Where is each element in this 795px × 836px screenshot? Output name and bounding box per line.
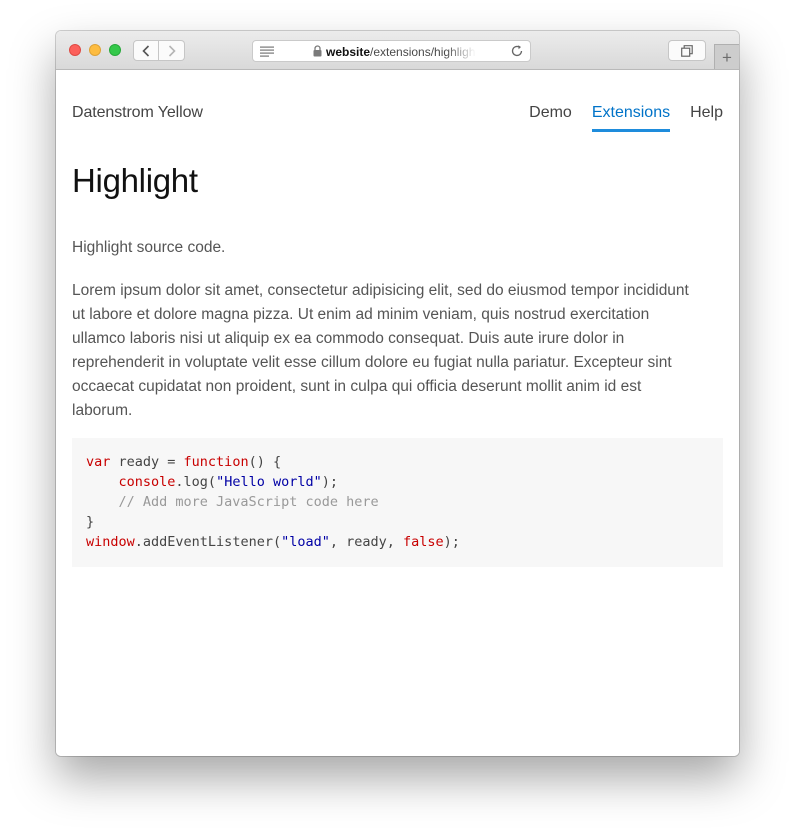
back-button[interactable] [133, 40, 159, 61]
code-comment: // Add more JavaScript code here [86, 494, 379, 510]
tabs-icon [681, 44, 693, 57]
intro-paragraph: Highlight source code. [72, 239, 226, 256]
code-text: .log( [175, 474, 217, 490]
reader-view-icon[interactable] [260, 46, 274, 57]
code-text: , ready, [329, 534, 404, 550]
code-line-2: console.log("Hello world"); [86, 472, 723, 492]
minimize-window-button[interactable] [89, 44, 101, 56]
code-text: ); [321, 474, 338, 490]
browser-window: website/extensions/highlight + Datenstro… [56, 31, 739, 756]
page-content: Datenstrom Yellow Demo Extensions Help H… [56, 70, 739, 756]
title-bar: website/extensions/highlight + [56, 31, 739, 70]
code-keyword: console [118, 474, 176, 490]
code-text: } [86, 514, 95, 530]
address-bar[interactable]: website/extensions/highlight [252, 40, 531, 62]
code-keyword: function [183, 454, 249, 470]
code-line-5: window.addEventListener("load", ready, f… [86, 532, 723, 552]
body-paragraph: Lorem ipsum dolor sit amet, consectetur … [72, 282, 689, 419]
url-path: /extensions/highlight [370, 45, 476, 59]
code-block: var ready = function() { console.log("He… [72, 438, 723, 567]
show-tabs-button[interactable] [668, 40, 706, 61]
code-string: "load" [281, 534, 330, 550]
code-text: () { [248, 454, 282, 470]
close-window-button[interactable] [69, 44, 81, 56]
code-keyword: false [403, 534, 444, 550]
chevron-right-icon [168, 44, 176, 57]
url-text: website/extensions/highlight [326, 44, 476, 60]
new-tab-button[interactable]: + [714, 44, 739, 69]
menu-item-help[interactable]: Help [690, 104, 723, 132]
reload-icon[interactable] [510, 44, 524, 58]
code-line-3: // Add more JavaScript code here [86, 492, 723, 512]
code-text: ); [443, 534, 460, 550]
main-menu: Demo Extensions Help [509, 104, 723, 132]
menu-item-demo[interactable]: Demo [529, 104, 572, 132]
url-host: website [326, 45, 371, 59]
history-buttons [133, 40, 185, 61]
code-line-4: } [86, 512, 723, 532]
forward-button[interactable] [159, 40, 185, 61]
code-text: .addEventListener( [134, 534, 282, 550]
code-keyword: var [86, 454, 111, 470]
plus-icon: + [722, 47, 732, 67]
chevron-left-icon [142, 44, 150, 57]
code-keyword: window [86, 534, 135, 550]
code-line-1: var ready = function() { [86, 452, 723, 472]
site-name[interactable]: Datenstrom Yellow [72, 104, 203, 122]
code-string: "Hello world" [216, 474, 322, 490]
menu-item-extensions[interactable]: Extensions [591, 104, 671, 132]
zoom-window-button[interactable] [109, 44, 121, 56]
lock-icon [313, 45, 322, 57]
page-title: Highlight [72, 162, 198, 199]
code-text: ready = [110, 454, 184, 470]
